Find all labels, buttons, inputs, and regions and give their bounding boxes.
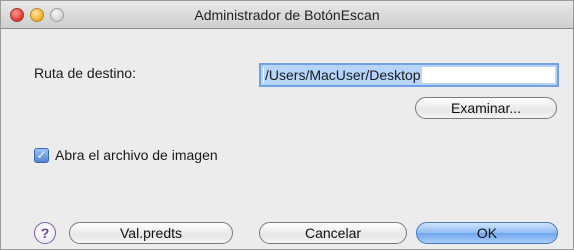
help-icon: ?	[40, 225, 50, 241]
defaults-button[interactable]: Val.predts	[69, 222, 233, 244]
check-icon: ✓	[36, 148, 47, 162]
destination-label: Ruta de destino:	[34, 65, 136, 81]
browse-button[interactable]: Examinar...	[415, 97, 557, 119]
title-bar[interactable]: Administrador de BotónEscan	[1, 1, 573, 29]
destination-path-input[interactable]: /Users/MacUser/Desktop	[259, 63, 559, 87]
dialog-window: Administrador de BotónEscan Ruta de dest…	[0, 0, 574, 250]
window-title: Administrador de BotónEscan	[194, 7, 380, 23]
open-image-label: Abra el archivo de imagen	[55, 147, 218, 163]
ok-button[interactable]: OK	[416, 222, 558, 244]
cancel-button[interactable]: Cancelar	[259, 222, 407, 244]
destination-path-value: /Users/MacUser/Desktop	[264, 67, 422, 83]
open-image-checkbox[interactable]: ✓	[34, 148, 49, 163]
help-button[interactable]: ?	[34, 222, 56, 244]
